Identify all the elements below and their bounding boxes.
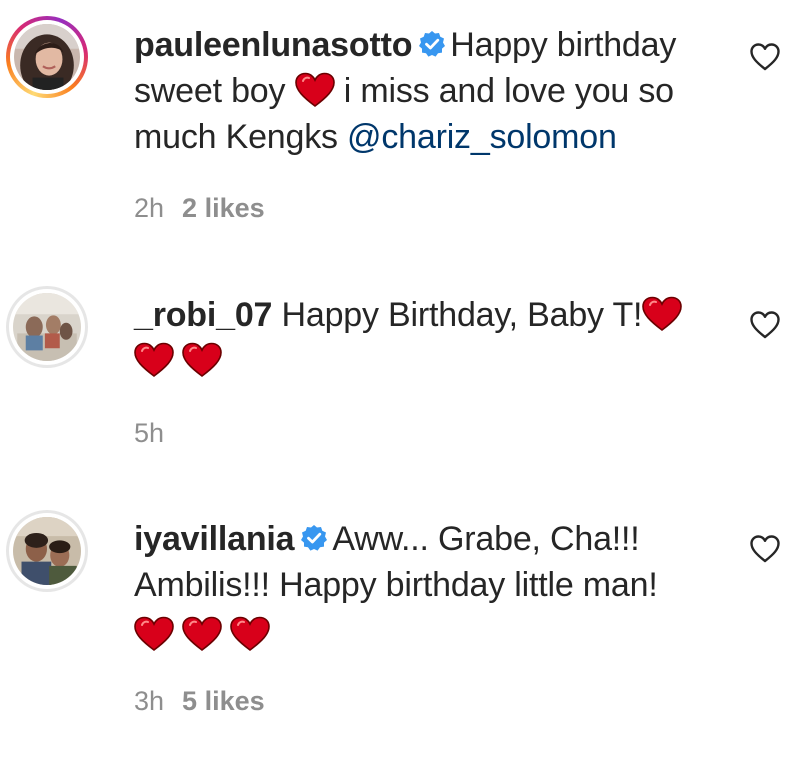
comment-timestamp[interactable]: 5h	[134, 418, 164, 448]
comment-item: iyavillania Aww... Grabe, Cha!!! Ambilis!…	[0, 480, 800, 765]
comment-meta: 2h 2 likes	[134, 193, 265, 224]
comment-text: iyavillania Aww... Grabe, Cha!!! Ambilis!…	[134, 516, 724, 658]
avatar-photo	[14, 24, 80, 90]
avatar-frame	[10, 20, 84, 94]
avatar-photo-graphic	[13, 293, 81, 361]
comment-body: Happy Birthday, Baby T!	[281, 296, 643, 334]
comment-item: _robi_07 Happy Birthday, Baby T! 5h	[0, 250, 800, 480]
comment-text: _robi_07 Happy Birthday, Baby T!	[134, 292, 724, 384]
like-heart-icon[interactable]	[749, 42, 781, 72]
comment-text: pauleenlunasotto Happy birthday sweet boy…	[134, 22, 724, 160]
avatar-frame	[9, 289, 85, 365]
red-heart-emoji	[642, 296, 682, 332]
verified-badge-icon	[418, 30, 446, 58]
comment-item: pauleenlunasotto Happy birthday sweet boy…	[0, 0, 800, 250]
comment-meta: 5h	[134, 418, 164, 449]
red-heart-emoji	[182, 342, 222, 378]
avatar-photo-graphic	[14, 24, 80, 90]
avatar[interactable]	[6, 286, 88, 368]
avatar-frame	[9, 513, 85, 589]
comment-username[interactable]: _robi_07	[134, 296, 272, 334]
avatar-photo-graphic	[13, 517, 81, 585]
comment-likes-count[interactable]: 5 likes	[182, 686, 265, 716]
like-heart-icon[interactable]	[749, 534, 781, 564]
comment-timestamp[interactable]: 3h	[134, 686, 164, 716]
comment-likes-count[interactable]: 2 likes	[182, 193, 265, 223]
avatar-photo	[13, 517, 81, 585]
verified-badge-icon	[300, 524, 328, 552]
comment-username[interactable]: pauleenlunasotto	[134, 26, 412, 64]
comment-meta: 3h 5 likes	[134, 686, 265, 717]
avatar-photo	[13, 293, 81, 361]
red-heart-emoji	[134, 616, 174, 652]
emoji-row	[134, 338, 724, 384]
emoji-row	[134, 612, 724, 658]
red-heart-emoji	[295, 72, 335, 108]
like-heart-icon[interactable]	[749, 310, 781, 340]
comment-username[interactable]: iyavillania	[134, 520, 295, 558]
red-heart-emoji	[182, 616, 222, 652]
avatar[interactable]	[6, 510, 88, 592]
comment-timestamp[interactable]: 2h	[134, 193, 164, 223]
mention-link[interactable]: @chariz_solomon	[347, 118, 617, 156]
avatar[interactable]	[6, 16, 88, 98]
red-heart-emoji	[230, 616, 270, 652]
red-heart-emoji	[134, 342, 174, 378]
